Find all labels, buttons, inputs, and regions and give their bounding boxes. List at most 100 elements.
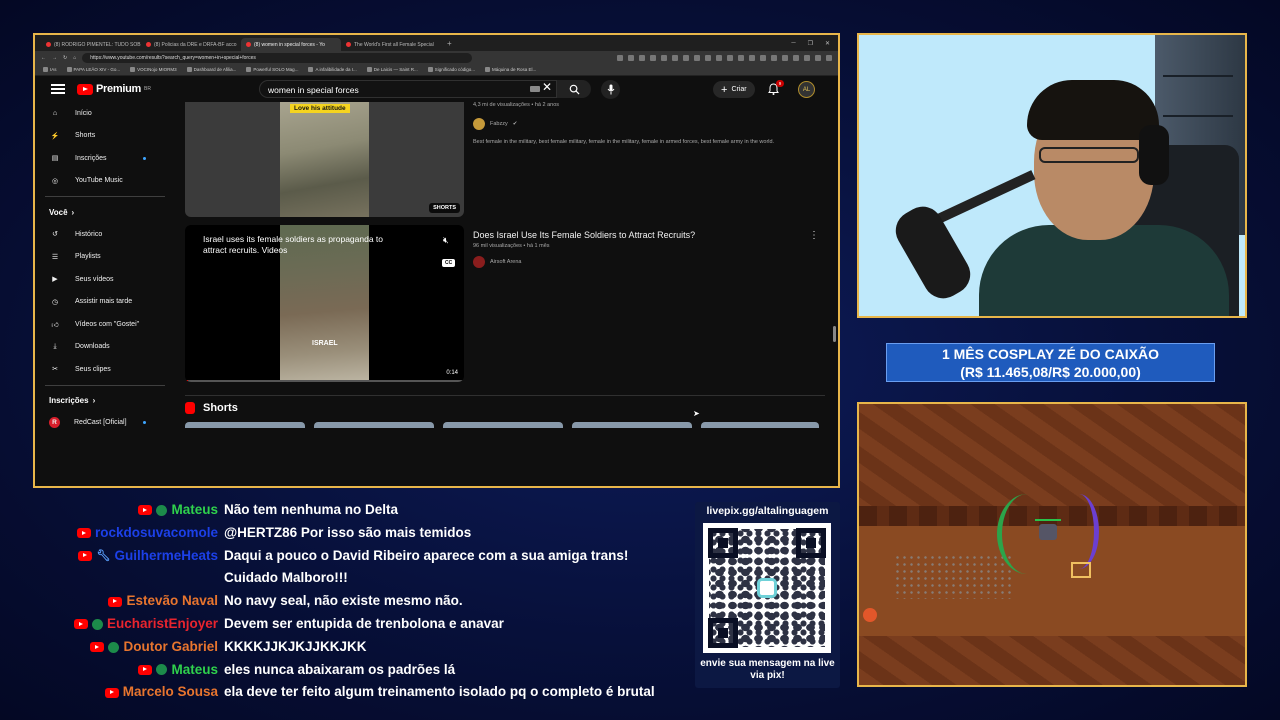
sidebar-item-clips[interactable]: ✂ Seus clipes bbox=[35, 358, 175, 381]
clear-search-icon[interactable]: ✕ bbox=[542, 80, 552, 94]
sidebar-item-home[interactable]: ⌂ Início bbox=[35, 102, 175, 125]
preview-progress-bar bbox=[185, 380, 464, 382]
sidebar-subscriptions-header[interactable]: Inscrições › bbox=[35, 390, 175, 412]
bookmark[interactable]: Powerful SOLO Mag... bbox=[246, 67, 298, 73]
extension-icon[interactable] bbox=[826, 54, 832, 61]
extension-icon[interactable] bbox=[804, 54, 810, 61]
browser-window: (8) RODRIGO PIMENTEL: TUDO SOB (8) Polic… bbox=[33, 33, 840, 488]
youtube-logo[interactable]: Premium BR bbox=[77, 83, 151, 95]
url-field[interactable]: https://www.youtube.com/results?search_q… bbox=[82, 52, 473, 63]
bookmark[interactable]: IAs bbox=[43, 67, 57, 73]
search-button[interactable] bbox=[557, 80, 591, 98]
create-button[interactable]: + Criar bbox=[713, 81, 755, 98]
scrollbar[interactable] bbox=[833, 326, 836, 342]
maximize-icon[interactable]: ❐ bbox=[808, 40, 813, 47]
chat-message: EucharistEnjoyer Devem ser entupida de t… bbox=[60, 613, 690, 636]
extension-icon[interactable] bbox=[793, 54, 799, 61]
thumbnail-caption: Israel uses its female soldiers as propa… bbox=[203, 234, 384, 255]
extension-icon[interactable] bbox=[628, 54, 634, 61]
chat-message: rockdosuvacomole @HERTZ86 Por isso são m… bbox=[60, 522, 690, 545]
short-thumbnail[interactable] bbox=[314, 422, 434, 428]
youtube-icon bbox=[90, 642, 105, 653]
extension-icon[interactable] bbox=[771, 54, 777, 61]
extension-icon[interactable] bbox=[782, 54, 788, 61]
channel-link[interactable]: Airsoft Arena bbox=[473, 256, 522, 268]
extension-icon[interactable] bbox=[694, 54, 700, 61]
extension-icon[interactable] bbox=[815, 54, 821, 61]
clips-icon: ✂ bbox=[52, 366, 58, 374]
home-browser-icon[interactable]: ⌂ bbox=[73, 55, 76, 61]
home-icon: ⌂ bbox=[52, 109, 58, 117]
sidebar-item-liked[interactable]: 👍︎ Vídeos com "Gostei" bbox=[35, 313, 175, 336]
thumbnail-label: ISRAEL bbox=[312, 340, 338, 347]
channel-link[interactable]: Fabzzy ✔ bbox=[473, 118, 517, 130]
new-tab-button[interactable]: + bbox=[441, 39, 458, 48]
bookmark[interactable]: Máquina de Rosa El... bbox=[485, 67, 536, 73]
voice-search-button[interactable] bbox=[601, 80, 620, 99]
short-thumbnail[interactable] bbox=[443, 422, 563, 428]
forward-icon[interactable]: → bbox=[52, 55, 57, 61]
channel-avatar bbox=[473, 256, 485, 268]
chat-username: Mateus bbox=[171, 502, 218, 517]
menu-icon[interactable] bbox=[51, 84, 65, 94]
sidebar-you-header[interactable]: Você › bbox=[35, 201, 175, 223]
extension-icon[interactable] bbox=[738, 54, 744, 61]
extension-icon[interactable] bbox=[760, 54, 766, 61]
extension-icon[interactable] bbox=[727, 54, 733, 61]
bookmark[interactable]: VOCINojo MIORM3 bbox=[130, 67, 177, 73]
search-icon bbox=[569, 84, 580, 95]
extension-icon[interactable] bbox=[617, 54, 623, 61]
browser-tab[interactable]: (8) RODRIGO PIMENTEL: TUDO SOB bbox=[41, 38, 141, 51]
extension-icon[interactable] bbox=[705, 54, 711, 61]
short-thumbnail[interactable] bbox=[572, 422, 692, 428]
browser-tab[interactable]: The World's First all Female Special bbox=[341, 38, 441, 51]
close-window-icon[interactable]: ✕ bbox=[825, 40, 830, 47]
search-input[interactable]: women in special forces bbox=[259, 80, 557, 98]
mute-icon[interactable]: 🔇︎ bbox=[443, 235, 449, 246]
extension-icon[interactable] bbox=[672, 54, 678, 61]
video-thumbnail[interactable]: Love his attitude SHORTS bbox=[185, 102, 464, 217]
sidebar-item-shorts[interactable]: ⚡ Shorts bbox=[35, 125, 175, 148]
video-description: Best female in the military, best female… bbox=[473, 139, 775, 145]
back-icon[interactable]: ← bbox=[41, 55, 46, 61]
bookmark[interactable]: PAPA LEÃO XIV - Go... bbox=[66, 67, 120, 73]
notification-count-badge: 9 bbox=[776, 80, 784, 87]
youtube-page: Premium BR women in special forces ✕ + Cr… bbox=[35, 76, 838, 486]
sidebar-item-playlists[interactable]: ☰ Playlists bbox=[35, 246, 175, 269]
sidebar-item-watch-later[interactable]: ◷ Assistir mais tarde bbox=[35, 291, 175, 314]
short-thumbnail[interactable] bbox=[185, 422, 305, 428]
extension-icon[interactable] bbox=[683, 54, 689, 61]
extension-icon[interactable] bbox=[716, 54, 722, 61]
bookmark[interactable]: Dashboard de Afilia... bbox=[186, 67, 236, 73]
chat-text: KKKKJJKJKJJKKJKK bbox=[224, 638, 367, 654]
video-thumbnail-playing[interactable]: Israel uses its female soldiers as propa… bbox=[185, 225, 464, 382]
sidebar-item-history[interactable]: ↺ Histórico bbox=[35, 223, 175, 246]
bookmark[interactable]: De Laicis — Saint R... bbox=[366, 67, 418, 73]
sidebar-item-redcast[interactable]: R RedCast [Oficial] bbox=[35, 412, 175, 435]
keyboard-icon[interactable] bbox=[530, 86, 540, 92]
minimize-icon[interactable]: ─ bbox=[791, 40, 795, 47]
sidebar-item-music[interactable]: ◎ YouTube Music bbox=[35, 170, 175, 193]
extension-icon[interactable] bbox=[639, 54, 645, 61]
reload-icon[interactable]: ↻ bbox=[63, 55, 67, 61]
browser-tab[interactable]: (8) Policias da DRE e DRFA-BF acco bbox=[141, 38, 241, 51]
chat-username: Marcelo Sousa bbox=[122, 684, 218, 700]
sidebar-item-subscriptions[interactable]: ▤ Inscrições bbox=[35, 147, 175, 170]
short-thumbnail[interactable] bbox=[701, 422, 819, 428]
shorts-badge: SHORTS bbox=[429, 203, 460, 213]
glasses bbox=[1039, 147, 1139, 163]
bookmark[interactable]: A infalibilidade da I... bbox=[308, 67, 357, 73]
chevron-right-icon: › bbox=[71, 207, 75, 217]
extension-icon[interactable] bbox=[650, 54, 656, 61]
browser-tab-active[interactable]: (8) women in special forces - Yo bbox=[241, 38, 341, 51]
more-options-icon[interactable]: ⋮ bbox=[809, 230, 819, 241]
avatar[interactable]: AL bbox=[798, 81, 815, 98]
sidebar-item-your-videos[interactable]: ▶ Seus vídeos bbox=[35, 268, 175, 291]
video-title[interactable]: Does Israel Use Its Female Soldiers to A… bbox=[473, 230, 695, 240]
extension-icon[interactable] bbox=[661, 54, 667, 61]
new-content-dot bbox=[143, 421, 146, 425]
extension-icon[interactable] bbox=[749, 54, 755, 61]
sidebar-item-downloads[interactable]: ⤓ Downloads bbox=[35, 336, 175, 359]
captions-button[interactable]: CC bbox=[442, 259, 456, 267]
bookmark[interactable]: Significado código... bbox=[427, 67, 475, 73]
